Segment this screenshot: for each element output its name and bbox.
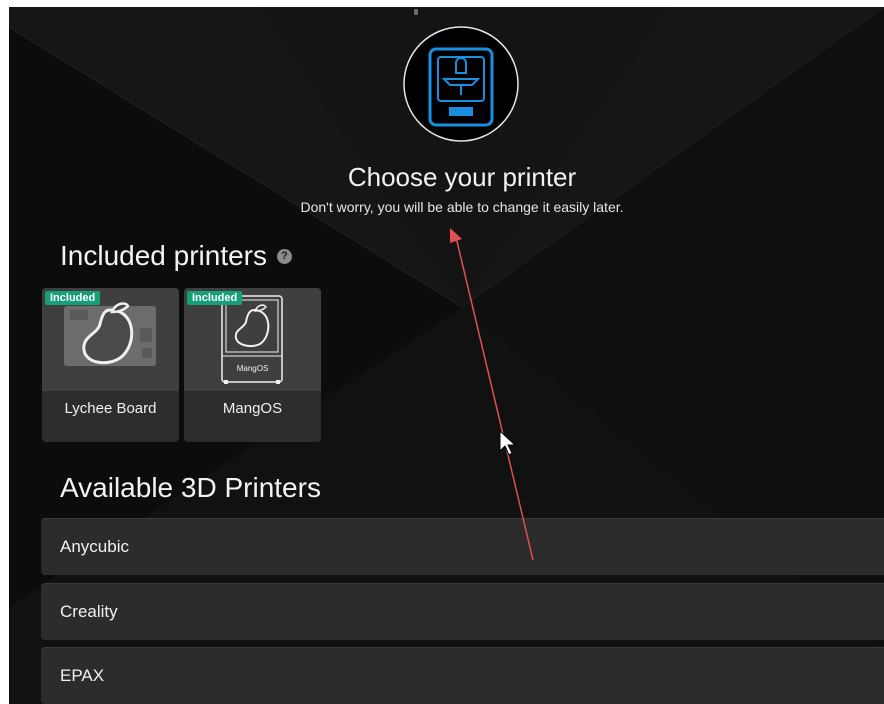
help-icon[interactable]: ? <box>277 248 293 264</box>
brand-label: Anycubic <box>60 537 129 556</box>
page-subtitle: Don't worry, you will be able to change … <box>300 199 624 215</box>
printer-card-lychee-board[interactable]: Included Lychee Board <box>42 288 179 442</box>
brand-label: EPAX <box>60 666 105 685</box>
printer-card-mangos[interactable]: MangOS Included MangOS <box>184 288 321 442</box>
included-printers-title: Included printers <box>60 240 268 271</box>
scroll-indicator <box>414 9 418 15</box>
included-badge: Included <box>45 291 101 305</box>
app-window: Choose your printer Don't worry, you wil… <box>9 7 884 704</box>
page-title: Choose your printer <box>347 162 577 192</box>
brand-row-epax[interactable]: EPAX <box>41 647 884 704</box>
card-label: MangOS <box>222 400 283 417</box>
included-printers-heading: Included printers ? <box>60 240 293 272</box>
brand-label: Creality <box>60 602 118 621</box>
available-printers-heading: Available 3D Printers <box>60 472 321 503</box>
card-label: Lychee Board <box>64 400 157 417</box>
printer-icon <box>403 26 519 142</box>
brand-row-creality[interactable]: Creality <box>41 583 884 640</box>
brand-row-anycubic[interactable]: Anycubic <box>41 518 884 575</box>
included-badge: Included <box>187 291 243 305</box>
screen-text: MangOS <box>236 364 269 373</box>
